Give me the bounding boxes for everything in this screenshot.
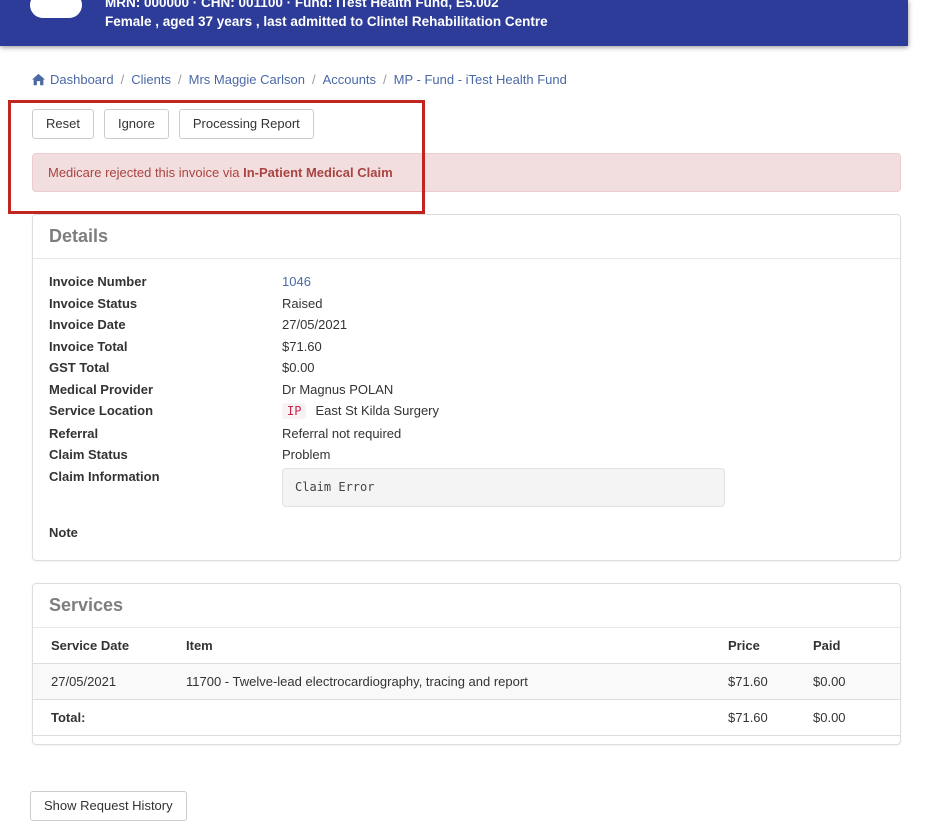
details-card-title: Details xyxy=(33,215,900,259)
detail-row-claim-information: Claim Information Claim Error xyxy=(49,466,884,517)
processing-report-button[interactable]: Processing Report xyxy=(178,109,314,139)
invoice-status-label: Invoice Status xyxy=(49,295,138,311)
patient-banner: MRN: 000000 · CHN: 001100 · Fund: iTest … xyxy=(0,0,908,46)
service-row: 27/05/2021 11700 - Twelve-lead electroca… xyxy=(33,663,900,700)
referral-value: Referral not required xyxy=(282,425,402,441)
show-request-history-button[interactable]: Show Request History xyxy=(30,790,187,821)
invoice-status-value: Raised xyxy=(282,295,323,311)
invoice-total-value: $71.60 xyxy=(282,338,322,354)
service-price-cell: $71.60 xyxy=(720,663,805,700)
note-label: Note xyxy=(49,525,78,540)
column-paid: Paid xyxy=(805,627,900,664)
total-price-cell: $71.60 xyxy=(720,699,805,736)
detail-row-referral: Referral Referral not required xyxy=(49,423,884,445)
detail-row-claim-status: Claim Status Problem xyxy=(49,444,884,466)
breadcrumb-separator: / xyxy=(383,72,387,87)
home-icon xyxy=(32,73,45,86)
ignore-button[interactable]: Ignore xyxy=(103,109,169,139)
column-price: Price xyxy=(720,627,805,664)
invoice-toolbar: Reset Ignore Processing Report xyxy=(32,109,952,139)
breadcrumb-account-fund[interactable]: MP - Fund - iTest Health Fund xyxy=(394,72,567,87)
service-location-code: IP xyxy=(282,403,307,419)
service-date-cell: 27/05/2021 xyxy=(33,663,178,700)
medical-provider-value: Dr Magnus POLAN xyxy=(282,381,394,397)
breadcrumb-accounts[interactable]: Accounts xyxy=(323,72,376,87)
gst-total-value: $0.00 xyxy=(282,360,315,375)
reset-button[interactable]: Reset xyxy=(32,109,94,139)
services-card: Services Service Date Item Price Paid 27… xyxy=(32,582,901,745)
invoice-number-label: Invoice Number xyxy=(49,274,147,289)
breadcrumb-dashboard[interactable]: Dashboard xyxy=(32,72,114,87)
detail-row-invoice-total: Invoice Total $71.60 xyxy=(49,336,884,358)
invoice-total-label: Invoice Total xyxy=(49,338,128,354)
gst-total-label: GST Total xyxy=(49,360,110,375)
detail-row-service-location: Service Location IP East St Kilda Surgery xyxy=(49,400,884,423)
service-location-label: Service Location xyxy=(49,403,154,418)
services-total-row: Total: $71.60 $0.00 xyxy=(33,699,900,736)
medicare-rejection-alert: Medicare rejected this invoice via In-Pa… xyxy=(32,153,901,192)
column-item: Item xyxy=(178,627,720,664)
breadcrumb-separator: / xyxy=(177,72,182,87)
patient-meta-line: MRN: 000000 · CHN: 001100 · Fund: iTest … xyxy=(105,0,499,10)
claim-status-value: Problem xyxy=(282,447,331,462)
referral-label: Referral xyxy=(49,425,99,441)
detail-row-invoice-date: Invoice Date 27/05/2021 xyxy=(49,314,884,336)
patient-summary-line: Female , aged 37 years , last admitted t… xyxy=(105,14,548,29)
detail-row-gst-total: GST Total $0.00 xyxy=(49,357,884,379)
detail-row-note: Note xyxy=(49,522,884,544)
service-item-cell: 11700 - Twelve-lead electrocardiography,… xyxy=(178,663,720,700)
claim-status-label: Claim Status xyxy=(49,447,128,462)
detail-row-medical-provider: Medical Provider Dr Magnus POLAN xyxy=(49,379,884,401)
invoice-date-value: 27/05/2021 xyxy=(282,317,348,332)
service-paid-cell: $0.00 xyxy=(805,663,900,700)
total-spacer xyxy=(178,699,720,736)
service-location-value: East St Kilda Surgery xyxy=(315,403,440,418)
column-service-date: Service Date xyxy=(33,627,178,664)
claim-information-label: Claim Information xyxy=(49,468,160,484)
invoice-number-link[interactable]: 1046 xyxy=(282,274,311,289)
total-paid-cell: $0.00 xyxy=(805,699,900,736)
medical-provider-label: Medical Provider xyxy=(49,381,154,397)
in-patient-medical-claim-link[interactable]: In-Patient Medical Claim xyxy=(243,165,393,180)
invoice-date-label: Invoice Date xyxy=(49,317,126,332)
services-card-title: Services xyxy=(33,584,900,628)
total-label: Total: xyxy=(33,699,178,736)
detail-row-invoice-status: Invoice Status Raised xyxy=(49,293,884,315)
detail-row-invoice-number: Invoice Number 1046 xyxy=(49,271,884,293)
breadcrumb-separator: / xyxy=(120,72,125,87)
breadcrumb-client-name[interactable]: Mrs Maggie Carlson xyxy=(189,72,305,87)
app-logo xyxy=(30,0,82,18)
claim-information-box: Claim Error xyxy=(282,467,725,507)
breadcrumb-clients[interactable]: Clients xyxy=(131,72,171,87)
services-header-row: Service Date Item Price Paid xyxy=(33,627,900,664)
breadcrumb-label: Dashboard xyxy=(50,72,114,87)
breadcrumb: Dashboard / Clients / Mrs Maggie Carlson… xyxy=(32,72,952,87)
alert-message: Medicare rejected this invoice via xyxy=(48,165,240,180)
breadcrumb-separator: / xyxy=(311,72,316,87)
services-table: Service Date Item Price Paid 27/05/2021 … xyxy=(33,627,900,736)
details-card: Details Invoice Number 1046 Invoice Stat… xyxy=(32,214,901,561)
